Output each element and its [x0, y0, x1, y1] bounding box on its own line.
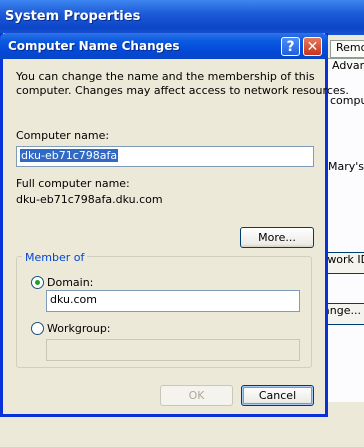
domain-input[interactable]: dku.com	[46, 290, 300, 312]
computer-name-input[interactable]: dku-eb71c798afa	[16, 146, 314, 167]
cancel-button[interactable]: Cancel	[241, 385, 314, 406]
dialog-titlebar[interactable]: Computer Name Changes	[0, 33, 328, 59]
bg-owner-fragment: Mary's	[328, 160, 364, 173]
member-of-legend: Member of	[22, 251, 88, 264]
system-properties-panel	[322, 72, 364, 402]
domain-label: Domain:	[47, 276, 94, 289]
help-icon[interactable]: ?	[281, 37, 300, 56]
domain-radio[interactable]	[31, 276, 44, 289]
computer-name-value: dku-eb71c798afa	[20, 149, 119, 162]
workgroup-label: Workgroup:	[47, 322, 111, 335]
tab-remote[interactable]: Remo	[330, 40, 364, 58]
workgroup-input[interactable]	[46, 339, 300, 361]
computer-name-label: Computer name:	[16, 129, 110, 142]
workgroup-radio[interactable]	[31, 322, 44, 335]
full-computer-name-label: Full computer name:	[16, 177, 130, 190]
close-icon[interactable]: ✕	[303, 37, 322, 56]
system-properties-title: System Properties	[5, 9, 141, 24]
system-properties-titlebar: System Properties	[0, 0, 364, 35]
more-button[interactable]: More...	[240, 227, 314, 248]
full-computer-name-value: dku-eb71c798afa.dku.com	[16, 193, 163, 206]
network-id-button[interactable]: twork ID	[322, 252, 364, 274]
radio-selected-dot	[35, 280, 40, 285]
description-line-1: You can change the name and the membersh…	[16, 70, 315, 83]
description-line-2: computer. Changes may affect access to n…	[16, 84, 349, 97]
domain-value: dku.com	[50, 293, 97, 306]
dialog-title: Computer Name Changes	[8, 39, 180, 53]
ok-button[interactable]: OK	[160, 385, 233, 406]
change-button[interactable]: ange...	[322, 303, 364, 325]
